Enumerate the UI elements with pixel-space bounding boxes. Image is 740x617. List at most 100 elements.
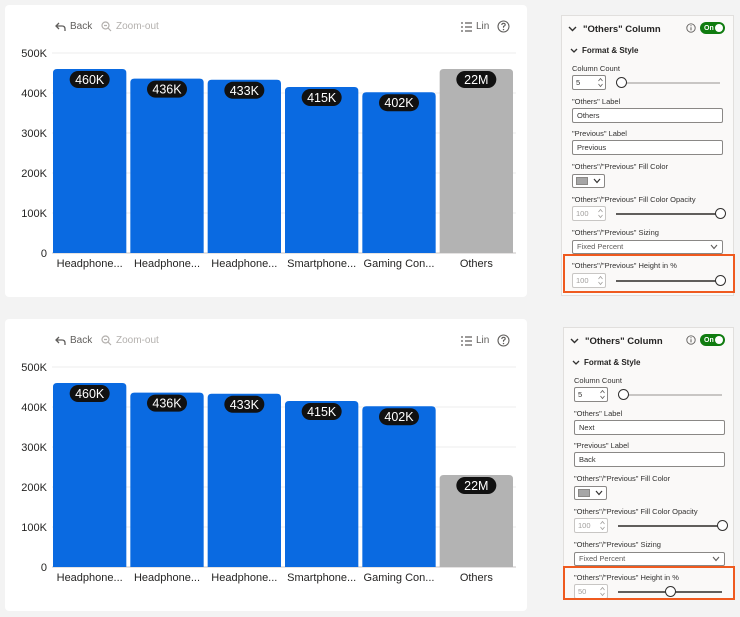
toggle-knob xyxy=(715,24,723,32)
toggle-knob xyxy=(715,336,723,344)
toggle-label: On xyxy=(704,336,714,344)
x-tick-label: Gaming Con... xyxy=(364,572,435,584)
x-tick-label: Headphone... xyxy=(134,258,200,270)
chevron-down-icon xyxy=(593,178,601,184)
fill-opacity-stepper[interactable]: 100 xyxy=(574,518,608,533)
x-tick-label: Gaming Con... xyxy=(364,258,435,270)
fill-opacity-slider[interactable] xyxy=(616,213,720,215)
chevron-down-icon xyxy=(568,26,577,32)
y-tick-label: 100K xyxy=(21,522,47,534)
chevron-down-icon xyxy=(570,338,579,344)
data-label: 402K xyxy=(384,96,414,110)
bar xyxy=(207,79,281,253)
sizing-dropdown[interactable]: Fixed Percent xyxy=(574,552,725,566)
y-tick-label: 0 xyxy=(41,562,47,574)
fill-opacity-slider-thumb[interactable] xyxy=(716,520,728,531)
previous-label-label: "Previous" Label xyxy=(572,129,627,138)
fill-opacity-value: 100 xyxy=(576,209,589,218)
fill-color-picker[interactable] xyxy=(574,486,607,500)
column-count-slider[interactable] xyxy=(616,82,720,84)
others-label-input[interactable]: Others xyxy=(572,108,723,123)
y-tick-label: 300K xyxy=(21,442,47,454)
x-tick-label: Headphone... xyxy=(134,572,200,584)
column-count-label: Column Count xyxy=(574,376,622,385)
y-tick-label: 400K xyxy=(21,402,47,414)
info-icon[interactable] xyxy=(686,335,696,345)
fill-color-label: "Others"/"Previous" Fill Color xyxy=(572,162,669,171)
chevron-down-icon xyxy=(570,48,578,53)
data-label: 433K xyxy=(230,398,260,412)
column-count-slider[interactable] xyxy=(618,394,722,396)
stepper-arrows-icon xyxy=(600,389,605,400)
column-count-slider-thumb[interactable] xyxy=(617,389,629,400)
fill-opacity-slider[interactable] xyxy=(618,525,722,527)
sizing-label: "Others"/"Previous" Sizing xyxy=(572,228,659,237)
others-column-toggle[interactable]: On xyxy=(700,22,725,34)
sizing-value: Fixed Percent xyxy=(579,554,626,563)
fill-opacity-stepper[interactable]: 100 xyxy=(572,206,606,221)
toggle-label: On xyxy=(704,24,714,32)
sizing-dropdown[interactable]: Fixed Percent xyxy=(572,240,723,254)
column-count-label: Column Count xyxy=(572,64,620,73)
chevron-down-icon xyxy=(710,244,718,250)
color-swatch xyxy=(576,177,588,185)
x-tick-label: Headphone... xyxy=(57,572,123,584)
y-tick-label: 0 xyxy=(41,248,47,260)
x-tick-label: Headphone... xyxy=(211,258,277,270)
sizing-label: "Others"/"Previous" Sizing xyxy=(574,540,661,549)
fill-opacity-value: 100 xyxy=(578,521,591,530)
column-count-stepper[interactable]: 5 xyxy=(574,387,608,402)
x-tick-label: Smartphone... xyxy=(287,572,356,584)
format-style-section-header[interactable]: Format & Style xyxy=(570,46,638,55)
data-label: 22M xyxy=(464,479,488,493)
x-tick-label: Headphone... xyxy=(57,258,123,270)
chart-card-bottom: Back Zoom-out Lin 0 100K 200K 300K 400K 500K 4… xyxy=(5,319,527,611)
section-title: Format & Style xyxy=(584,358,641,367)
panel-title: "Others" Column xyxy=(585,335,663,347)
panel-title: "Others" Column xyxy=(583,23,661,35)
y-tick-label: 200K xyxy=(21,168,47,180)
fill-opacity-label: "Others"/"Previous" Fill Color Opacity xyxy=(574,507,698,516)
bar xyxy=(130,78,204,253)
others-label-input[interactable]: Next xyxy=(574,420,725,435)
column-count-value: 5 xyxy=(576,78,581,87)
bar xyxy=(130,392,204,567)
data-label: 402K xyxy=(384,410,414,424)
others-column-toggle[interactable]: On xyxy=(700,334,725,346)
others-bar xyxy=(439,69,513,253)
previous-label-label: "Previous" Label xyxy=(574,441,629,450)
data-label: 433K xyxy=(230,84,260,98)
y-tick-label: 500K xyxy=(21,48,47,60)
data-label: 436K xyxy=(152,397,182,411)
chevron-down-icon xyxy=(595,490,603,496)
previous-label-input[interactable]: Back xyxy=(574,452,725,467)
stepper-arrows-icon xyxy=(598,77,603,88)
stepper-arrows-icon xyxy=(600,520,605,531)
color-swatch xyxy=(578,489,590,497)
column-count-value: 5 xyxy=(578,390,583,399)
column-count-stepper[interactable]: 5 xyxy=(572,75,606,90)
y-tick-label: 300K xyxy=(21,128,47,140)
bar-chart: 0 100K 200K 300K 400K 500K 460K Headphone... 436… xyxy=(21,48,516,270)
info-icon[interactable] xyxy=(686,23,696,33)
bar xyxy=(285,401,359,567)
sizing-value: Fixed Percent xyxy=(577,242,624,251)
others-label-label: "Others" Label xyxy=(574,409,623,418)
data-label: 460K xyxy=(75,387,105,401)
height-setting-highlight xyxy=(563,254,735,293)
y-tick-label: 200K xyxy=(21,482,47,494)
section-title: Format & Style xyxy=(582,46,639,55)
column-count-slider-thumb[interactable] xyxy=(615,77,627,88)
x-tick-label: Smartphone... xyxy=(287,258,356,270)
data-label: 436K xyxy=(152,83,182,97)
fill-color-picker[interactable] xyxy=(572,174,605,188)
fill-opacity-slider-thumb[interactable] xyxy=(714,208,726,219)
bar xyxy=(362,92,436,253)
format-style-section-header[interactable]: Format & Style xyxy=(572,358,640,367)
fill-opacity-label: "Others"/"Previous" Fill Color Opacity xyxy=(572,195,696,204)
x-tick-label: Headphone... xyxy=(211,572,277,584)
chart-card-top: Back Zoom-out Lin 0 100K 200K 300K 400K 500K 4… xyxy=(5,5,527,297)
chevron-down-icon xyxy=(572,360,580,365)
previous-label-input[interactable]: Previous xyxy=(572,140,723,155)
height-setting-highlight xyxy=(563,566,735,600)
